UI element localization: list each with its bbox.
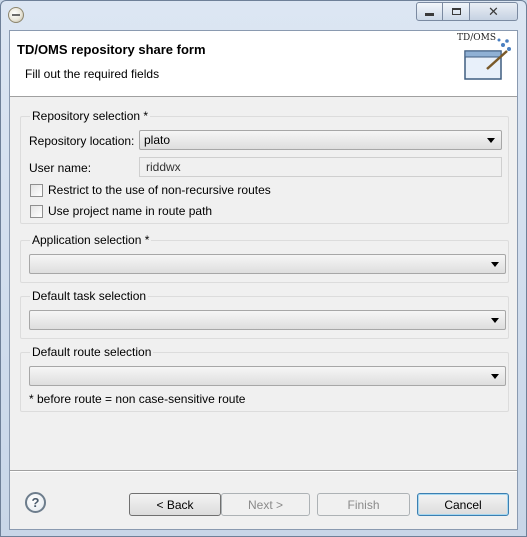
wizard-header: TD/OMS repository share form Fill out th… (10, 31, 517, 97)
username-field[interactable]: riddwx (139, 157, 502, 177)
cancel-button[interactable]: Cancel (417, 493, 509, 516)
page-title: TD/OMS repository share form (17, 42, 206, 57)
route-group-label: Default route selection (30, 345, 154, 359)
route-combo[interactable] (29, 366, 506, 386)
task-group: Default task selection (20, 289, 509, 339)
page-subtitle: Fill out the required fields (25, 67, 160, 81)
app-icon (8, 7, 24, 23)
maximize-icon (451, 8, 461, 15)
footer-separator (10, 470, 517, 472)
username-label: User name: (29, 161, 92, 175)
chevron-down-icon (491, 374, 499, 379)
chevron-down-icon (491, 262, 499, 267)
title-bar[interactable]: ✕ (1, 1, 526, 29)
projectname-label: Use project name in route path (48, 204, 213, 218)
wizard-banner-icon: TD/OMS (451, 33, 515, 93)
nonrecursive-label: Restrict to the use of non-recursive rou… (48, 183, 271, 197)
next-button[interactable]: Next > (221, 493, 310, 516)
repository-group-label: Repository selection * (30, 109, 151, 123)
projectname-checkbox[interactable] (30, 204, 43, 218)
close-icon: ✕ (488, 3, 499, 19)
chevron-down-icon (487, 138, 495, 143)
projectname-option[interactable]: Use project name in route path (30, 204, 212, 218)
route-note: * before route = non case-sensitive rout… (29, 392, 246, 406)
repository-location-label: Repository location: (29, 134, 135, 148)
maximize-button[interactable] (443, 2, 470, 21)
minimize-icon (425, 13, 434, 16)
repository-location-value: plato (144, 133, 171, 147)
dialog-window: ✕ TD/OMS repository share form Fill out … (0, 0, 527, 537)
task-group-label: Default task selection (30, 289, 149, 303)
finish-button[interactable]: Finish (317, 493, 410, 516)
help-glyph: ? (31, 495, 40, 510)
username-value: riddwx (146, 160, 181, 174)
nonrecursive-checkbox[interactable] (30, 183, 43, 197)
help-icon[interactable]: ? (25, 492, 46, 513)
dialog-client-area: TD/OMS repository share form Fill out th… (9, 30, 518, 530)
application-group: Application selection * (20, 233, 509, 283)
application-group-label: Application selection * (30, 233, 152, 247)
task-combo[interactable] (29, 310, 506, 330)
chevron-down-icon (491, 318, 499, 323)
repository-location-combo[interactable]: plato (139, 130, 502, 150)
repository-group: Repository selection * Repository locati… (20, 109, 509, 224)
close-button[interactable]: ✕ (470, 2, 518, 21)
application-combo[interactable] (29, 254, 506, 274)
minimize-button[interactable] (416, 2, 443, 21)
nonrecursive-option[interactable]: Restrict to the use of non-recursive rou… (30, 183, 271, 197)
back-button[interactable]: < Back (129, 493, 221, 516)
